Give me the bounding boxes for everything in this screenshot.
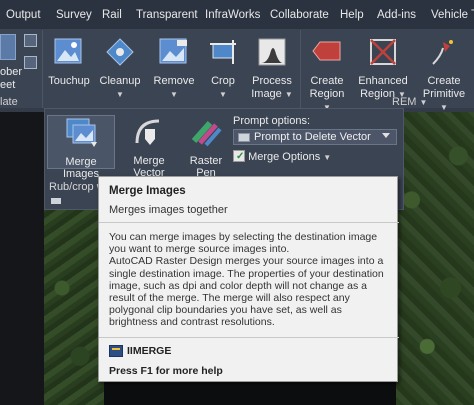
merge-options-chevron-icon: ▼: [323, 153, 332, 162]
create-primitive-chevron-icon: ▼: [440, 103, 448, 112]
crop-chevron-icon: ▼: [219, 90, 227, 99]
cleanup-button[interactable]: Cleanup ▼: [96, 36, 144, 101]
tooltip-divider-2: [99, 337, 399, 338]
tab-survey[interactable]: Survey: [56, 9, 92, 21]
tooltip-title: Merge Images: [109, 185, 186, 197]
cleanup-icon: [106, 38, 134, 66]
tab-output[interactable]: Output: [6, 9, 41, 21]
merge-vector-icon: [135, 119, 160, 145]
merge-images-icon: [66, 118, 97, 147]
process-image-label-line2: Image: [251, 88, 282, 100]
aerial-image-bottom: [44, 210, 104, 405]
raster-pen-button[interactable]: Raster Pen: [181, 115, 231, 179]
enhanced-region-button[interactable]: Enhanced Region ▼: [357, 36, 409, 101]
process-image-button[interactable]: Process Image ▼: [249, 36, 295, 101]
tooltip-command-name: IIMERGE: [127, 345, 172, 357]
tab-help[interactable]: Help: [340, 9, 364, 21]
touchup-label: Touchup: [48, 75, 90, 87]
ribbon-separator: [42, 30, 43, 108]
create-region-label: Create: [310, 75, 344, 87]
create-region-button[interactable]: Create Region ▼: [305, 36, 349, 114]
remove-button[interactable]: Remove ▼: [151, 36, 197, 101]
create-primitive-label-line2: Primitive: [422, 88, 466, 100]
tooltip-description-2: AutoCAD Raster Design merges your source…: [109, 255, 384, 329]
ribbon-separator-rem: [300, 30, 301, 108]
tab-add-ins[interactable]: Add-ins: [377, 9, 416, 21]
create-region-icon: [312, 41, 341, 61]
process-image-label-2: Image ▼: [249, 88, 295, 101]
dropdown-arrow-icon: [382, 133, 390, 138]
partial-left-panel-title: late: [0, 96, 18, 108]
create-primitive-label: Create: [427, 75, 461, 87]
merge-images-button[interactable]: Merge Images: [47, 115, 115, 180]
ribbon-tab-bar: Output Survey Rail Transparent InfraWork…: [0, 0, 474, 30]
remove-chevron-icon: ▼: [170, 90, 178, 99]
command-icon: [109, 345, 123, 357]
merge-options-button[interactable]: ✓ Merge Options ▼: [233, 150, 331, 163]
rub-crop-panel-title: Rub/crop w: [49, 181, 105, 193]
tooltip-divider: [99, 222, 399, 223]
enhanced-region-label: Enhanced: [358, 75, 408, 87]
prompt-options-icon: [238, 133, 250, 142]
merge-images-label: Merge Images: [62, 156, 100, 180]
touchup-icon: [54, 38, 82, 64]
cleanup-label: Cleanup: [99, 75, 141, 87]
crop-label: Crop: [211, 75, 235, 87]
remove-icon: [159, 38, 187, 64]
remove-label: Remove: [153, 75, 195, 87]
crop-button[interactable]: Crop ▼: [205, 36, 241, 101]
process-image-chevron-icon: ▼: [284, 90, 293, 99]
tooltip-description-1: You can merge images by selecting the de…: [109, 231, 378, 256]
tab-transparent[interactable]: Transparent: [136, 9, 198, 21]
pin-icon[interactable]: [51, 198, 61, 204]
enhanced-region-label-line2: Region: [360, 88, 395, 100]
prompt-options-dropdown[interactable]: Prompt to Delete Vector: [233, 129, 397, 145]
tooltip-description: You can merge images by selecting the de…: [109, 231, 393, 329]
merge-options-label: Merge Options: [248, 151, 321, 163]
tab-rail[interactable]: Rail: [102, 9, 122, 21]
aerial-image-right: [396, 112, 474, 405]
cleanup-chevron-icon: ▼: [116, 90, 124, 99]
rem-panel-title[interactable]: REM ▼: [392, 96, 427, 108]
process-image-label: Process: [252, 75, 292, 87]
tab-collaborate[interactable]: Collaborate: [270, 9, 329, 21]
partial-left-label-2: eet: [0, 79, 16, 91]
prompt-options-value: Prompt to Delete Vector: [254, 131, 371, 143]
merge-vector-button[interactable]: Merge Vector: [117, 115, 181, 179]
rem-panel-title-text: REM: [392, 96, 417, 108]
merge-options-checkbox-icon: ✓: [233, 150, 245, 162]
small-edit-icon[interactable]: [24, 56, 37, 69]
drawing-area-left: [0, 112, 44, 405]
tooltip-subtitle: Merges images together: [109, 204, 228, 216]
crop-icon: [210, 40, 236, 64]
tab-infraworks[interactable]: InfraWorks: [205, 9, 260, 21]
prompt-options-label: Prompt options:: [233, 115, 311, 127]
partial-left-label: ober: [0, 66, 23, 78]
create-region-label-line2: Region: [309, 88, 345, 100]
tooltip-help-hint: Press F1 for more help: [109, 365, 223, 377]
rem-panel-chevron-icon: ▼: [419, 98, 428, 107]
enhanced-region-icon: [370, 39, 396, 65]
create-primitive-icon: [432, 40, 453, 65]
touchup-button[interactable]: Touchup: [47, 36, 91, 88]
raster-pen-icon: [191, 121, 222, 147]
tab-vehicle-tracking[interactable]: Vehicle Tr: [431, 9, 474, 21]
process-image-icon: [258, 38, 286, 66]
merge-images-tooltip: Merge Images Merges images together You …: [98, 176, 399, 382]
partial-left-button-icon[interactable]: [0, 34, 16, 60]
small-grid-icon[interactable]: [24, 34, 37, 47]
